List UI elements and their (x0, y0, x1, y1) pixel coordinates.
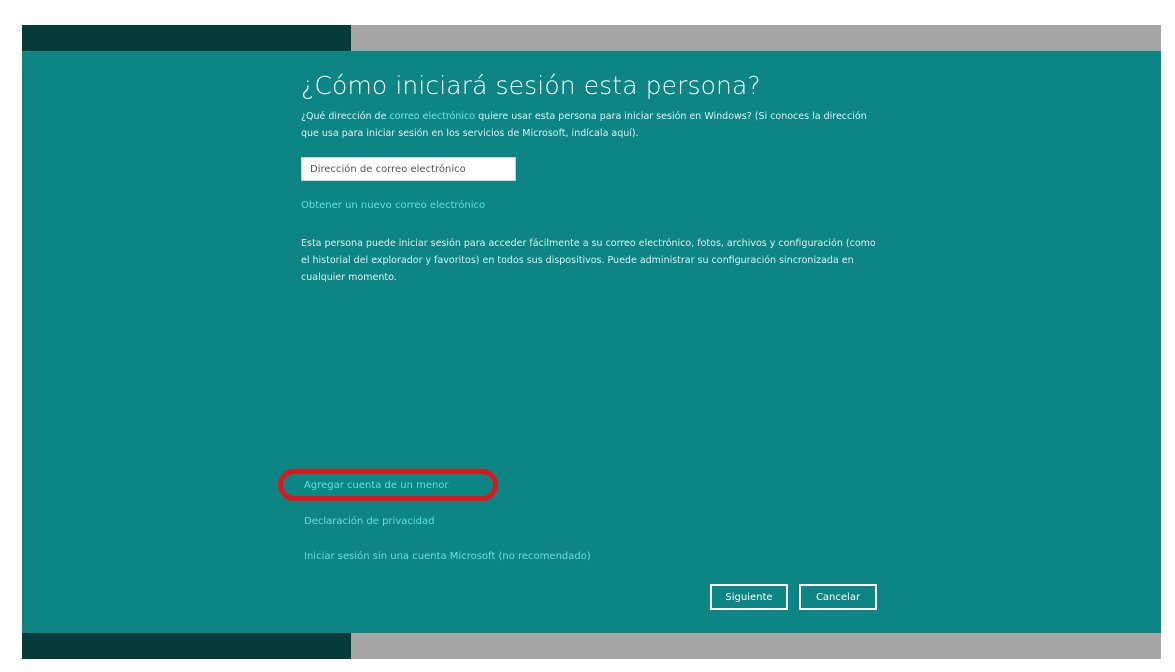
cancel-button[interactable]: Cancelar (799, 584, 877, 610)
bottom-bar-dark-segment (22, 633, 351, 659)
dialog-title: ¿Cómo iniciará sesión esta persona? (301, 71, 761, 100)
red-highlight-circle (278, 469, 498, 501)
privacy-statement-link[interactable]: Declaración de privacidad (304, 516, 434, 527)
intro-prefix: ¿Qué dirección de (301, 111, 390, 122)
top-bar-gray-segment (351, 25, 1161, 51)
next-button[interactable]: Siguiente (710, 584, 788, 610)
email-input[interactable]: Dirección de correo electrónico (301, 157, 516, 181)
top-bar (22, 25, 1161, 51)
top-bar-dark-segment (22, 25, 351, 51)
bottom-bar-gray-segment (351, 633, 1161, 659)
get-new-email-link[interactable]: Obtener un nuevo correo electrónico (301, 200, 881, 211)
bottom-bar (22, 633, 1161, 659)
account-dialog: ¿Cómo iniciará sesión esta persona? ¿Qué… (22, 25, 1161, 659)
add-child-account-container: Agregar cuenta de un menor (278, 469, 498, 501)
intro-text: ¿Qué dirección de correo electrónico qui… (301, 108, 881, 142)
email-placeholder: Dirección de correo electrónico (310, 163, 466, 175)
intro-email-link[interactable]: correo electrónico (389, 111, 475, 122)
dialog-buttons: Siguiente Cancelar (710, 584, 877, 610)
sign-in-without-microsoft-link[interactable]: Iniciar sesión sin una cuenta Microsoft … (304, 551, 591, 562)
lower-links: Agregar cuenta de un menor Declaración d… (278, 469, 591, 562)
description-text: Esta persona puede iniciar sesión para a… (301, 238, 876, 283)
dialog-content: ¿Cómo iniciará sesión esta persona? ¿Qué… (301, 71, 881, 286)
